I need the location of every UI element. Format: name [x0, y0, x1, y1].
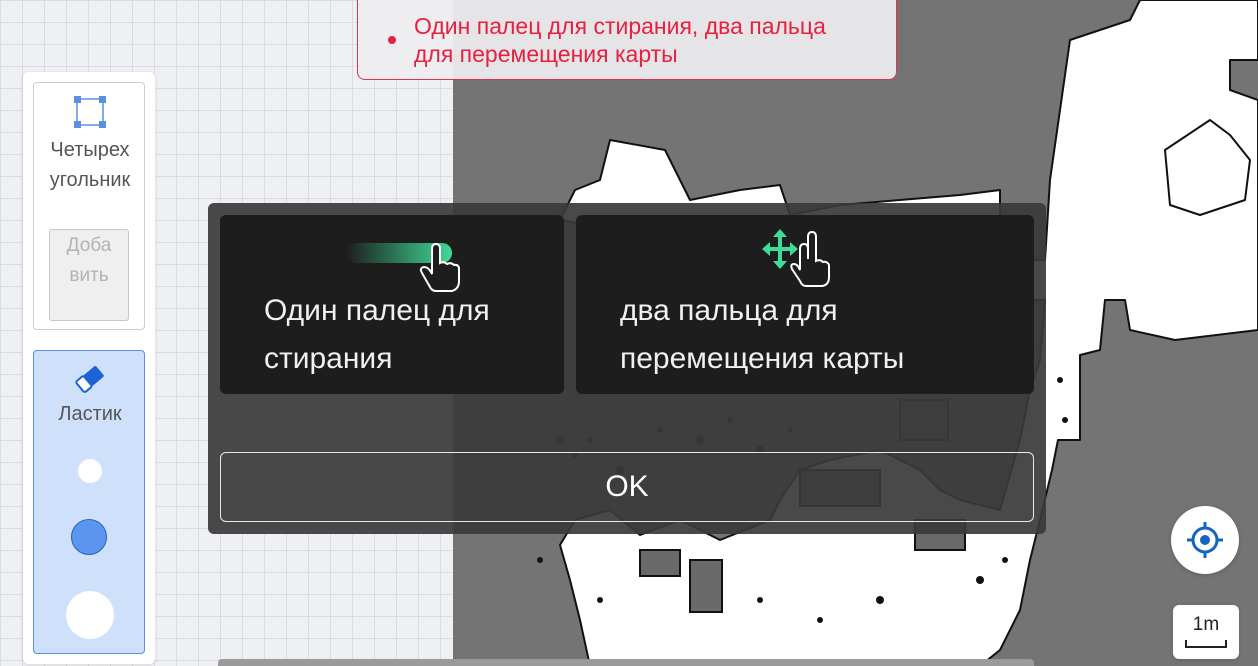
- eraser-tool[interactable]: Ластик: [33, 350, 145, 654]
- map-obstacle: [689, 559, 723, 613]
- rectangle-tool-label: Четырехугольник: [49, 139, 131, 191]
- bottom-panel-edge: [218, 659, 1034, 666]
- hint-banner: Один палец для стирания, два пальца для …: [357, 0, 897, 80]
- ok-button[interactable]: OK: [220, 452, 1034, 522]
- eraser-tool-label: Ластик: [58, 403, 122, 425]
- eraser-size-large[interactable]: [66, 591, 114, 639]
- eraser-size-small[interactable]: [78, 459, 102, 483]
- map-obstacle: [639, 549, 681, 577]
- tip-text-erase: Один палец для стирания: [264, 294, 490, 375]
- edit-toolbar: Четырехугольник Добавить Ластик: [23, 72, 155, 664]
- rectangle-select-icon: [74, 96, 106, 128]
- add-rectangle-button[interactable]: Добавить: [49, 229, 129, 321]
- tip-card-erase: Один палец для стирания: [220, 215, 564, 394]
- eraser-size-medium[interactable]: [71, 519, 107, 555]
- hint-text: Один палец для стирания, два пальца для …: [414, 12, 826, 67]
- locate-robot-button[interactable]: [1171, 506, 1239, 574]
- scale-label: 1m: [1192, 614, 1220, 635]
- eraser-icon: [75, 366, 104, 393]
- tip-text-move: два пальца для перемещения карты: [620, 294, 905, 375]
- scale-bar-icon: [1185, 640, 1227, 648]
- one-finger-swipe-icon: [346, 242, 460, 292]
- map-scale-indicator: 1m: [1173, 605, 1239, 659]
- two-finger-move-icon: [762, 229, 830, 287]
- tip-card-move: два пальца для перемещения карты: [576, 215, 1034, 394]
- tutorial-overlay: Один палец для стирания два пальца для п…: [208, 203, 1046, 534]
- hint-bullet-icon: [388, 35, 396, 44]
- crosshair-icon: [1187, 522, 1223, 558]
- rectangle-tool[interactable]: Четырехугольник Добавить: [33, 82, 145, 330]
